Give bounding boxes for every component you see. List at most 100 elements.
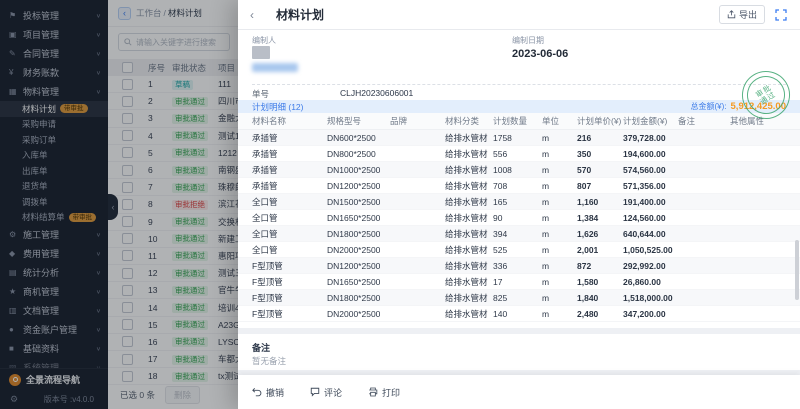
cell-name: F型顶管 (252, 308, 327, 320)
cell-spec: DN2000*2500 (327, 245, 390, 255)
column-header-spec: 规格型号 (327, 115, 390, 127)
cell-amount: 640,644.00 (623, 229, 678, 239)
cell-qty: 17 (493, 277, 542, 287)
cell-spec: DN1200*2500 (327, 181, 390, 191)
cell-cat: 给排水管材 (445, 260, 493, 272)
cell-spec: DN1650*2500 (327, 213, 390, 223)
cell-unit: m (542, 309, 577, 319)
cell-qty: 825 (493, 293, 542, 303)
cell-unit: m (542, 165, 577, 175)
cell-unit: m (542, 197, 577, 207)
column-header-cat: 材料分类 (445, 115, 493, 127)
cell-amount: 1,050,525.00 (623, 245, 678, 255)
cell-spec: DN1500*2500 (327, 197, 390, 207)
drawer-mask[interactable] (0, 0, 238, 409)
cell-cat: 给排水管材 (445, 244, 493, 256)
detail-table-row: F型顶管DN1650*2500给排水管材17m1,58026,860.00 (238, 274, 800, 290)
cell-price: 2,480 (577, 309, 623, 319)
creator-label: 编制人 (252, 35, 276, 46)
fullscreen-button[interactable] (774, 8, 788, 22)
cell-price: 872 (577, 261, 623, 271)
remark-label: 备注 (252, 341, 270, 354)
cell-unit: m (542, 149, 577, 159)
cell-amount: 26,860.00 (623, 277, 678, 287)
cell-unit: m (542, 277, 577, 287)
cell-cat: 给排水管材 (445, 276, 493, 288)
detail-table-row: F型顶管DN1800*2500给排水管材825m1,8401,518,000.0… (238, 290, 800, 306)
cell-cat: 给排水管材 (445, 164, 493, 176)
print-button[interactable]: 打印 (368, 386, 400, 399)
cell-cat: 给排水管材 (445, 292, 493, 304)
cell-cat: 给排水管材 (445, 132, 493, 144)
detail-count: 计划明细 (12) (252, 101, 303, 113)
cell-spec: DN1200*2500 (327, 261, 390, 271)
detail-card: 编制人 编制日期 2023-06-06 单号 CLJH20230606001 计… (238, 30, 800, 328)
cell-unit: m (542, 213, 577, 223)
cell-spec: DN600*2500 (327, 133, 390, 143)
cell-amount: 1,518,000.00 (623, 293, 678, 303)
cell-unit: m (542, 261, 577, 271)
cell-amount: 191,400.00 (623, 197, 678, 207)
cell-qty: 525 (493, 245, 542, 255)
scrollbar-thumb[interactable] (795, 240, 799, 300)
detail-drawer: ‹ 材料计划 导出 编制人 编制日期 2023-06-06 单号 CLJH202… (238, 0, 800, 409)
doc-no-value: CLJH20230606001 (340, 88, 413, 98)
fullscreen-icon (775, 9, 787, 21)
cell-price: 216 (577, 133, 623, 143)
column-header-remark: 备注 (678, 115, 730, 127)
cell-amount: 347,200.00 (623, 309, 678, 319)
detail-table-row: 全口管DN2000*2500给排水管材525m2,0011,050,525.00 (238, 242, 800, 258)
cell-qty: 1758 (493, 133, 542, 143)
cell-cat: 给排水管材 (445, 228, 493, 240)
cell-cat: 给排水管材 (445, 212, 493, 224)
remark-section: 备注 暂无备注 (238, 334, 800, 370)
cell-price: 2,001 (577, 245, 623, 255)
cell-price: 350 (577, 149, 623, 159)
cell-cat: 给排水管材 (445, 180, 493, 192)
cell-amount: 379,728.00 (623, 133, 678, 143)
creator-name-redacted (252, 63, 298, 72)
cell-amount: 292,992.00 (623, 261, 678, 271)
cell-name: 全口管 (252, 228, 327, 240)
detail-table-row: 承插管DN1200*2500给排水管材708m807571,356.00 (238, 178, 800, 194)
column-header-qty: 计划数量 (493, 115, 542, 127)
detail-table-row: 承插管DN600*2500给排水管材1758m216379,728.00 (238, 130, 800, 146)
cell-name: 承插管 (252, 180, 327, 192)
cell-spec: DN1800*2500 (327, 293, 390, 303)
column-header-unit: 单位 (542, 115, 577, 127)
comment-label: 评论 (324, 386, 342, 399)
cell-spec: DN1650*2500 (327, 277, 390, 287)
cell-amount: 124,560.00 (623, 213, 678, 223)
cell-qty: 1008 (493, 165, 542, 175)
cell-qty: 90 (493, 213, 542, 223)
column-header-amount: 计划金额(¥) (623, 115, 678, 127)
column-header-brand: 品牌 (390, 115, 445, 127)
drawer-back-icon[interactable]: ‹ (250, 8, 254, 22)
export-icon (727, 10, 736, 19)
undo-label: 撤销 (266, 386, 284, 399)
cell-name: 承插管 (252, 132, 327, 144)
cell-qty: 708 (493, 181, 542, 191)
cell-price: 1,160 (577, 197, 623, 207)
date-value: 2023-06-06 (512, 48, 568, 60)
detail-table-row: 全口管DN1650*2500给排水管材90m1,384124,560.00 (238, 210, 800, 226)
cell-qty: 140 (493, 309, 542, 319)
cell-name: 全口管 (252, 244, 327, 256)
cell-name: 承插管 (252, 164, 327, 176)
comment-button[interactable]: 评论 (310, 386, 342, 399)
detail-table-row: 全口管DN1500*2500给排水管材165m1,160191,400.00 (238, 194, 800, 210)
cell-price: 570 (577, 165, 623, 175)
cell-price: 807 (577, 181, 623, 191)
column-header-name: 材料名称 (252, 115, 327, 127)
cell-qty: 336 (493, 261, 542, 271)
cell-unit: m (542, 229, 577, 239)
cell-name: 全口管 (252, 212, 327, 224)
drawer-header: ‹ 材料计划 导出 (238, 0, 800, 30)
cell-price: 1,626 (577, 229, 623, 239)
doc-no-label: 单号 (252, 88, 269, 100)
cell-qty: 394 (493, 229, 542, 239)
detail-table-rows: 承插管DN600*2500给排水管材1758m216379,728.00承插管D… (238, 130, 800, 322)
undo-button[interactable]: 撤销 (252, 386, 284, 399)
cell-qty: 556 (493, 149, 542, 159)
export-button[interactable]: 导出 (719, 5, 765, 24)
